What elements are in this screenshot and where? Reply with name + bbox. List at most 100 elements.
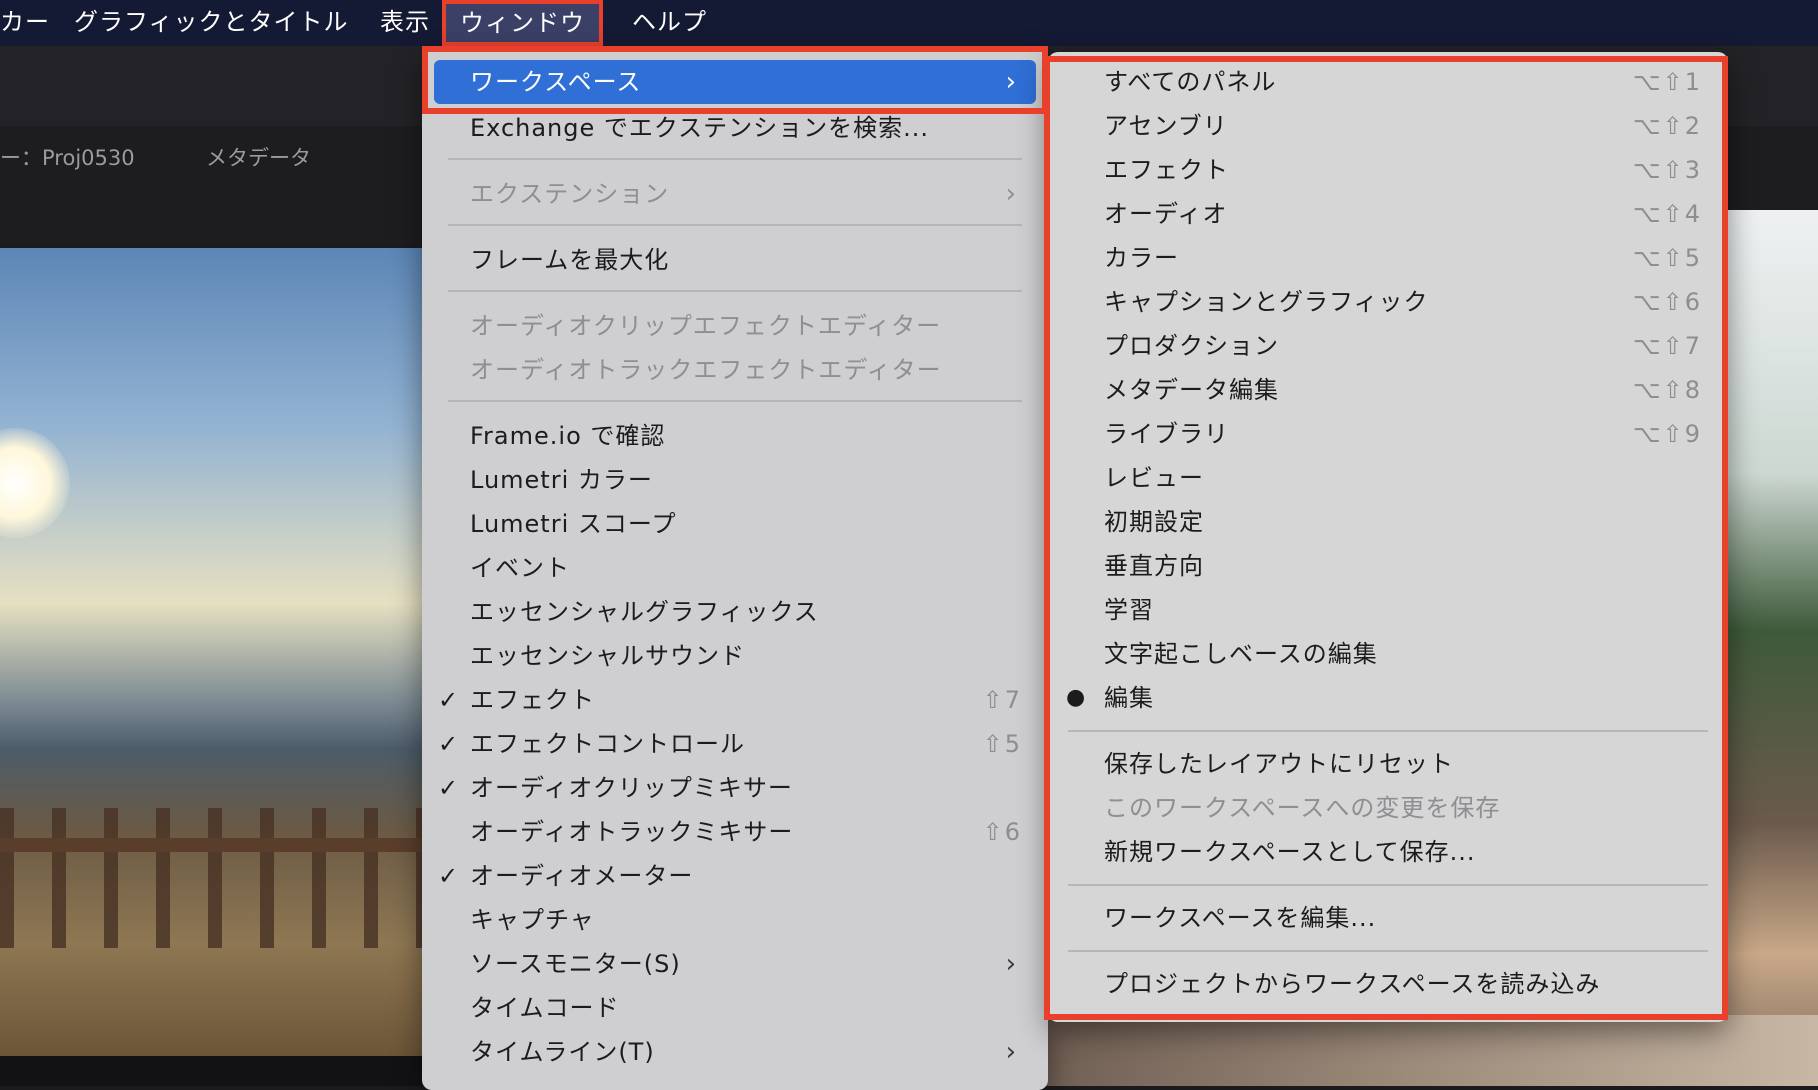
menu-item-audio-track-effect-editor[interactable]: オーディオトラックエフェクトエディター [422,348,1048,392]
menu-item-lumetri-scopes[interactable]: Lumetri スコープ [422,502,1048,546]
menu-item-label: プロジェクトからワークスペースを読み込み [1104,970,1601,998]
workspace-item-review[interactable]: レビュー [1048,456,1728,500]
workspace-item-default[interactable]: 初期設定 [1048,500,1728,544]
menu-item-essential-graphics[interactable]: エッセンシャルグラフィックス [422,590,1048,634]
window-menu: ワークスペース › Exchange でエクステンションを検索... エクステン… [422,50,1048,1090]
menu-item-essential-sound[interactable]: エッセンシャルサウンド [422,634,1048,678]
menu-item-events[interactable]: イベント [422,546,1048,590]
menu-separator [448,158,1022,160]
menubar-item-window[interactable]: ウィンドウ [442,0,603,46]
menu-item-label: キャプションとグラフィック [1104,288,1429,316]
workspace-item-save-changes[interactable]: このワークスペースへの変更を保存 [1048,786,1728,830]
menu-item-shortcut: ⌥⇧4 [1632,200,1702,228]
workspace-item-all-panels[interactable]: すべてのパネル ⌥⇧1 [1048,60,1728,104]
menu-item-label: ワークスペース [470,68,642,96]
menu-item-label: オーディオクリップミキサー [470,774,793,802]
menu-item-capture[interactable]: キャプチャ [422,898,1048,942]
chevron-right-icon: › [1005,1037,1016,1067]
menu-item-label: 新規ワークスペースとして保存... [1104,838,1476,866]
bottom-bar [0,1056,440,1086]
menu-item-audio-clip-effect-editor[interactable]: オーディオクリップエフェクトエディター [422,304,1048,348]
menu-item-label: Lumetri スコープ [470,510,677,538]
menu-item-audio-meters[interactable]: ✓ オーディオメーター [422,854,1048,898]
workspace-item-import-from-project[interactable]: プロジェクトからワークスペースを読み込み [1048,962,1728,1006]
menu-item-audio-track-mixer[interactable]: オーディオトラックミキサー ⇧6 [422,810,1048,854]
menu-item-label: アセンブリ [1104,112,1228,140]
menu-item-maximize-frame[interactable]: フレームを最大化 [422,238,1048,282]
menu-item-label: 保存したレイアウトにリセット [1104,750,1454,778]
menu-item-label: Lumetri カラー [470,466,653,494]
workspace-item-assembly[interactable]: アセンブリ ⌥⇧2 [1048,104,1728,148]
checkmark-icon: ✓ [438,862,459,890]
workspace-item-save-as-new[interactable]: 新規ワークスペースとして保存... [1048,830,1728,874]
tab-metadata[interactable]: メタデータ [206,142,311,172]
menu-item-exchange-search[interactable]: Exchange でエクステンションを検索... [422,106,1048,150]
menu-item-label: カラー [1104,244,1179,272]
menu-item-label: エクステンション [470,180,670,208]
menu-separator [1068,730,1708,732]
menu-item-extensions[interactable]: エクステンション › [422,172,1048,216]
menu-item-label: 初期設定 [1104,508,1204,536]
menu-item-label: Exchange でエクステンションを検索... [470,114,930,142]
menu-separator [1068,884,1708,886]
workspace-item-production[interactable]: プロダクション ⌥⇧7 [1048,324,1728,368]
menu-item-effect-controls[interactable]: ✓ エフェクトコントロール ⇧5 [422,722,1048,766]
workspace-item-audio[interactable]: オーディオ ⌥⇧4 [1048,192,1728,236]
menu-item-workspace[interactable]: ワークスペース › [434,60,1036,104]
source-monitor-image [0,248,440,1056]
chevron-right-icon: › [1005,179,1016,209]
menu-separator [1068,950,1708,952]
timeline-image-strip [1000,1015,1818,1086]
workspace-item-editing[interactable]: ● 編集 [1048,676,1728,720]
menu-item-label: タイムライン(T) [470,1038,655,1066]
menu-item-label: エフェクトコントロール [470,730,745,758]
workspace-item-text-based-editing[interactable]: 文字起こしベースの編集 [1048,632,1728,676]
menu-item-label: 学習 [1104,596,1154,624]
menu-item-label: プロダクション [1104,332,1279,360]
menu-item-lumetri-color[interactable]: Lumetri カラー [422,458,1048,502]
menu-item-label: オーディオトラックミキサー [470,818,794,846]
menu-separator [448,290,1022,292]
menubar-item-view[interactable]: 表示 [362,0,448,46]
menu-item-timeline[interactable]: タイムライン(T) › [422,1030,1048,1074]
menu-item-frameio-review[interactable]: Frame.io で確認 [422,414,1048,458]
menu-item-label: 文字起こしベースの編集 [1104,640,1378,668]
menu-item-label: キャプチャ [470,906,595,934]
menubar-item-graphics-titles[interactable]: グラフィックとタイトル [56,0,367,46]
menu-item-label: ソースモニター(S) [470,950,681,978]
checkmark-icon: ✓ [438,774,459,802]
workspace-item-captions-graphics[interactable]: キャプションとグラフィック ⌥⇧6 [1048,280,1728,324]
menu-item-label: レビュー [1104,464,1204,492]
workspace-item-learning[interactable]: 学習 [1048,588,1728,632]
menu-item-label: エフェクト [1104,156,1229,184]
tab-project[interactable]: ー：Proj0530 [0,142,135,172]
workspace-item-effects[interactable]: エフェクト ⌥⇧3 [1048,148,1728,192]
menubar-item-help[interactable]: ヘルプ [614,0,725,46]
workspace-item-edit-workspaces[interactable]: ワークスペースを編集... [1048,896,1728,940]
menu-item-shortcut: ⌥⇧5 [1632,244,1702,272]
menu-item-label: タイムコード [470,994,620,1022]
menu-item-effects[interactable]: ✓ エフェクト ⇧7 [422,678,1048,722]
menu-item-shortcut: ⌥⇧6 [1632,288,1702,316]
menu-item-label: オーディオクリップエフェクトエディター [470,312,942,340]
checkmark-icon: ✓ [438,730,459,758]
menu-item-label: エッセンシャルサウンド [470,642,745,670]
menu-item-label: すべてのパネル [1104,68,1277,96]
menu-item-audio-clip-mixer[interactable]: ✓ オーディオクリップミキサー [422,766,1048,810]
menu-item-label: イベント [470,554,570,582]
menu-item-shortcut: ⌥⇧8 [1632,376,1702,404]
selected-bullet-icon: ● [1066,685,1086,710]
workspace-item-metadata-logging[interactable]: メタデータ編集 ⌥⇧8 [1048,368,1728,412]
menu-item-source-monitor[interactable]: ソースモニター(S) › [422,942,1048,986]
checkmark-icon: ✓ [438,686,459,714]
menu-item-timecode[interactable]: タイムコード [422,986,1048,1030]
chevron-right-icon: › [1005,67,1016,97]
menu-item-label: このワークスペースへの変更を保存 [1104,794,1501,822]
menu-item-label: エッセンシャルグラフィックス [470,598,819,626]
workspace-item-vertical[interactable]: 垂直方向 [1048,544,1728,588]
workspace-item-libraries[interactable]: ライブラリ ⌥⇧9 [1048,412,1728,456]
workspace-item-reset-layout[interactable]: 保存したレイアウトにリセット [1048,742,1728,786]
menu-item-label: オーディオメーター [470,862,694,890]
menu-item-shortcut: ⌥⇧7 [1632,332,1702,360]
workspace-item-color[interactable]: カラー ⌥⇧5 [1048,236,1728,280]
